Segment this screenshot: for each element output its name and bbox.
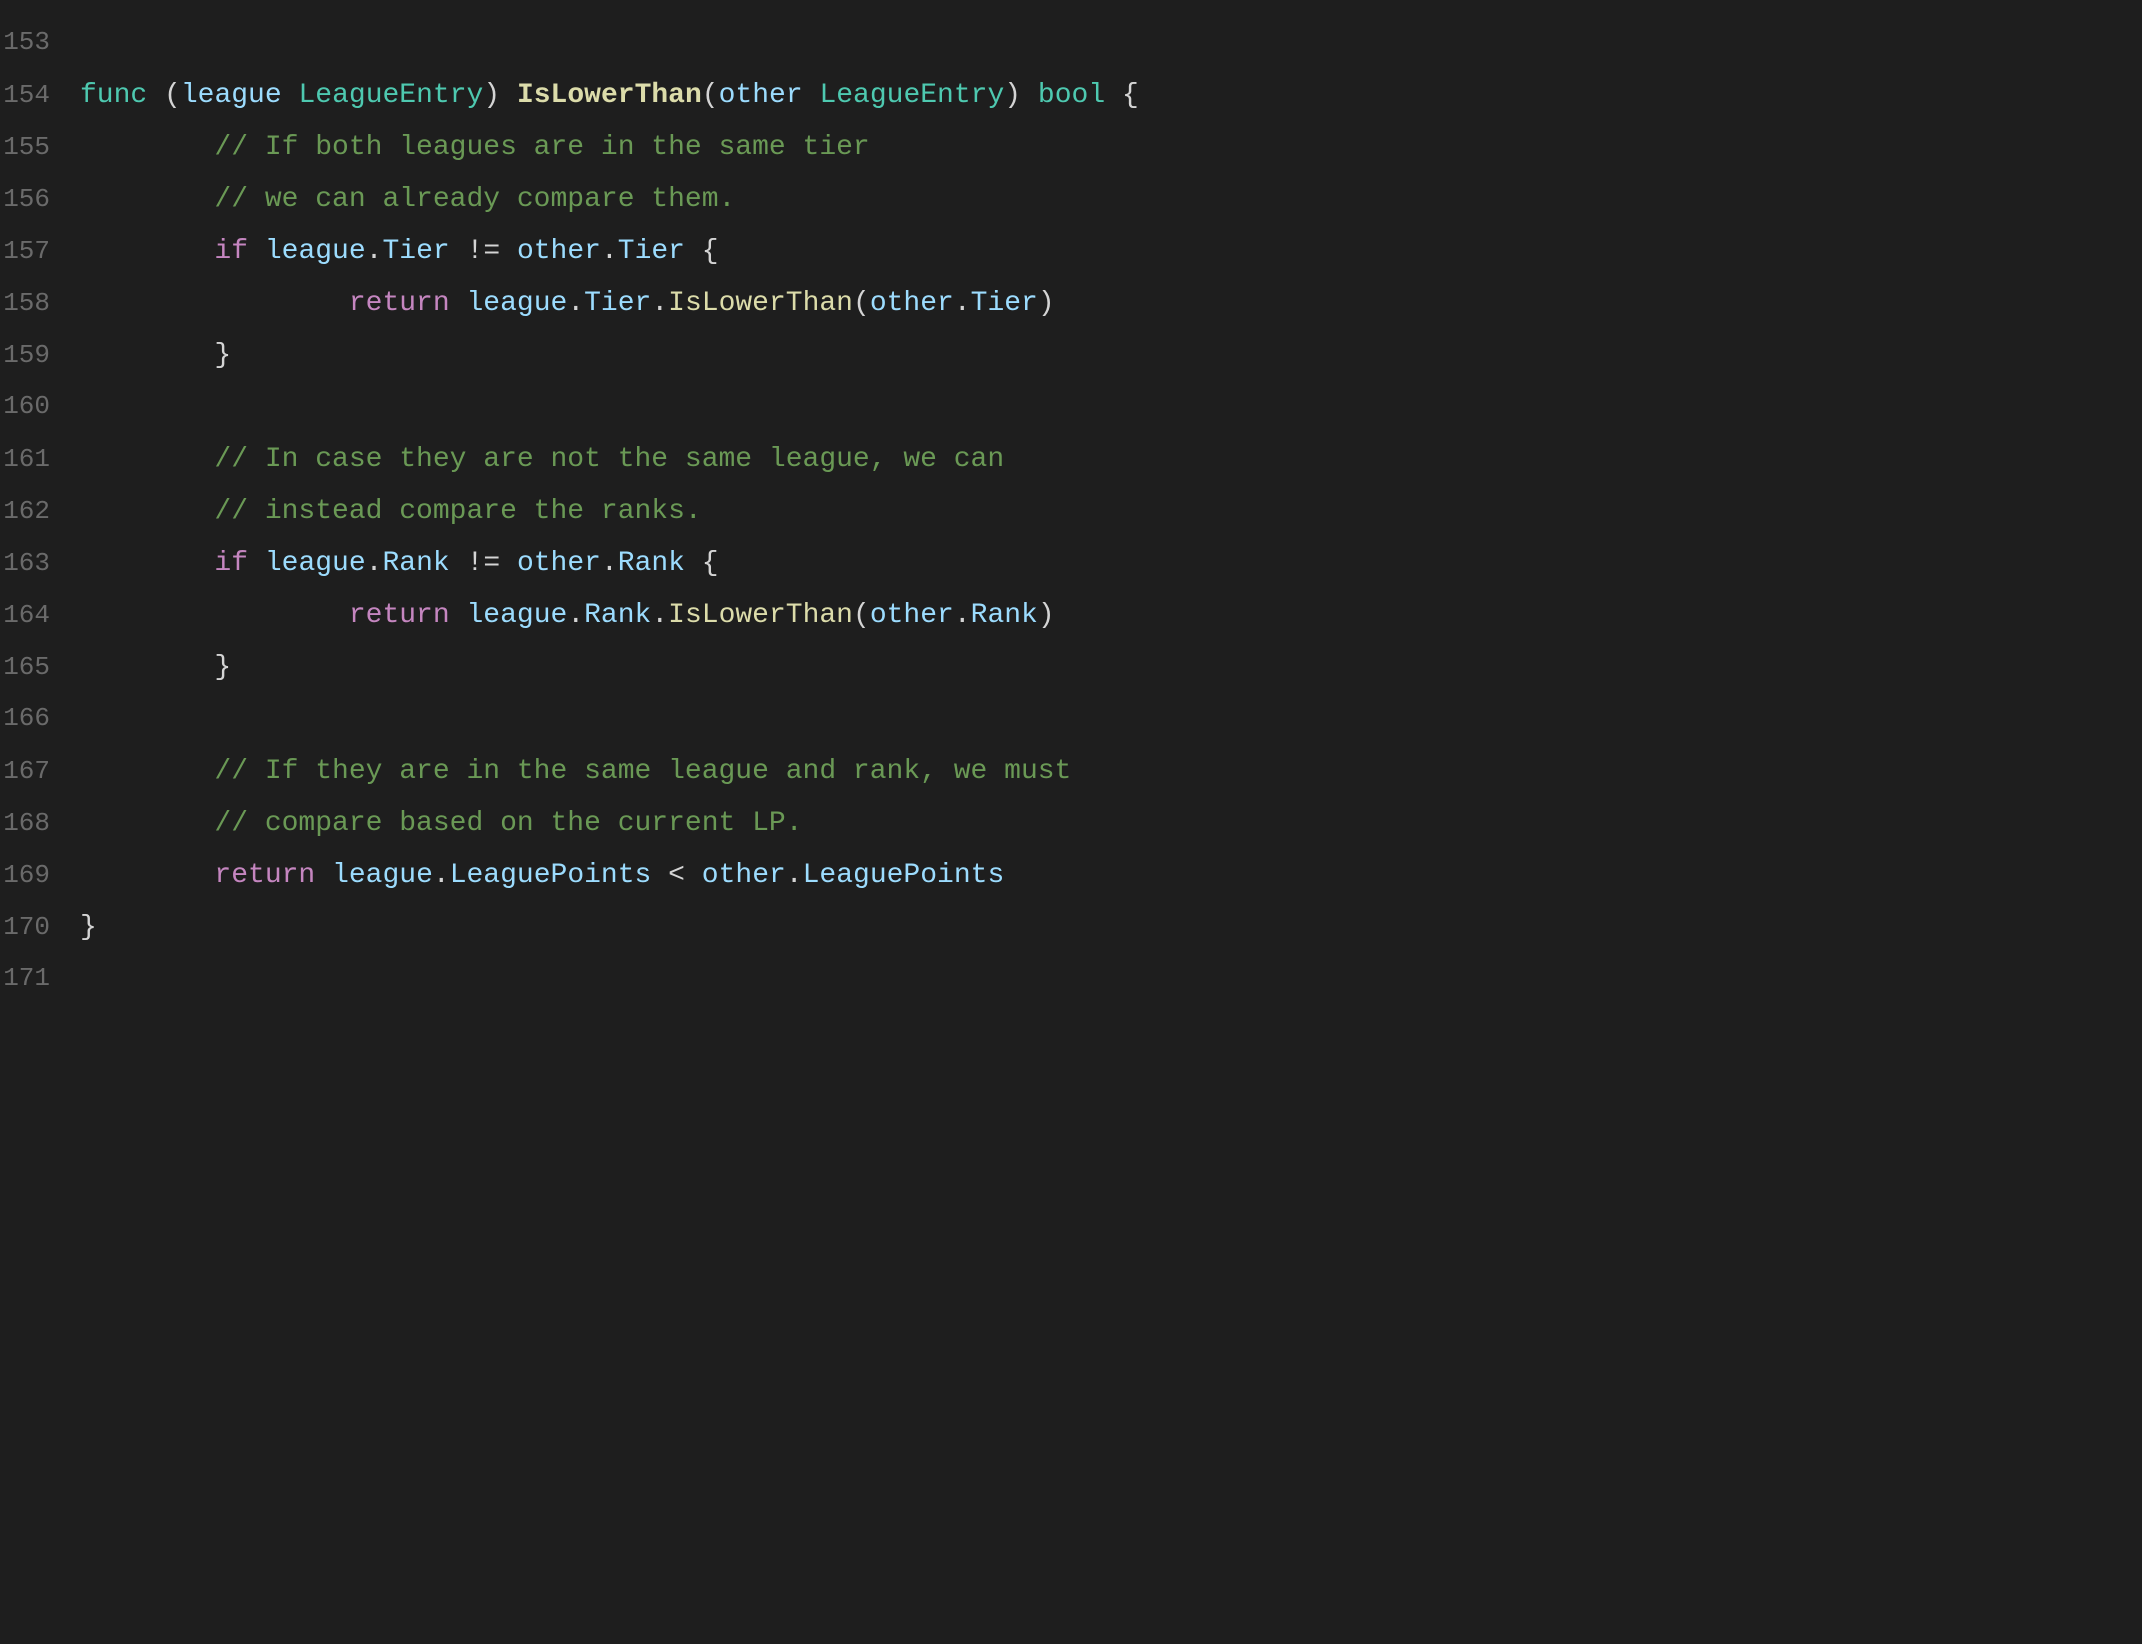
code-line-158: 158 return league.Tier.IsLowerThan(other… [0, 280, 2142, 332]
code-content-155: // If both leagues are in the same tier [80, 126, 2142, 171]
code-line-153: 153 [0, 20, 2142, 72]
code-content-154: func (league LeagueEntry) IsLowerThan(ot… [80, 74, 2142, 119]
line-num-154: 154 [0, 75, 80, 117]
code-line-164: 164 return league.Rank.IsLowerThan(other… [0, 592, 2142, 644]
line-num-165: 165 [0, 647, 80, 689]
line-num-161: 161 [0, 439, 80, 481]
line-num-163: 163 [0, 543, 80, 585]
code-line-169: 169 return league.LeaguePoints < other.L… [0, 852, 2142, 904]
line-num-157: 157 [0, 231, 80, 273]
code-line-157: 157 if league.Tier != other.Tier { [0, 228, 2142, 280]
code-content-159: } [80, 334, 2142, 379]
line-num-170: 170 [0, 907, 80, 949]
line-num-169: 169 [0, 855, 80, 897]
code-content-167: // If they are in the same league and ra… [80, 750, 2142, 795]
code-line-156: 156 // we can already compare them. [0, 176, 2142, 228]
line-num-160: 160 [0, 386, 80, 428]
line-num-159: 159 [0, 335, 80, 377]
code-content-163: if league.Rank != other.Rank { [80, 542, 2142, 587]
code-content-161: // In case they are not the same league,… [80, 438, 2142, 483]
code-line-171: 171 [0, 956, 2142, 1008]
code-content-168: // compare based on the current LP. [80, 802, 2142, 847]
line-num-168: 168 [0, 803, 80, 845]
line-num-156: 156 [0, 179, 80, 221]
line-num-167: 167 [0, 751, 80, 793]
code-line-161: 161 // In case they are not the same lea… [0, 436, 2142, 488]
code-content-157: if league.Tier != other.Tier { [80, 230, 2142, 275]
code-content-164: return league.Rank.IsLowerThan(other.Ran… [80, 594, 2142, 639]
code-line-154: 154 func (league LeagueEntry) IsLowerTha… [0, 72, 2142, 124]
code-line-167: 167 // If they are in the same league an… [0, 748, 2142, 800]
code-line-168: 168 // compare based on the current LP. [0, 800, 2142, 852]
code-content-165: } [80, 646, 2142, 691]
code-content-169: return league.LeaguePoints < other.Leagu… [80, 854, 2142, 899]
code-content-170: } [80, 906, 2142, 951]
line-num-162: 162 [0, 491, 80, 533]
code-line-162: 162 // instead compare the ranks. [0, 488, 2142, 540]
line-num-153: 153 [0, 22, 80, 64]
line-num-171: 171 [0, 958, 80, 1000]
code-line-166: 166 [0, 696, 2142, 748]
code-block: 153 154 func (league LeagueEntry) IsLowe… [0, 20, 2142, 1008]
code-line-170: 170 } [0, 904, 2142, 956]
code-line-160: 160 [0, 384, 2142, 436]
line-num-164: 164 [0, 595, 80, 637]
code-line-155: 155 // If both leagues are in the same t… [0, 124, 2142, 176]
code-content-162: // instead compare the ranks. [80, 490, 2142, 535]
code-line-159: 159 } [0, 332, 2142, 384]
code-line-165: 165 } [0, 644, 2142, 696]
code-content-156: // we can already compare them. [80, 178, 2142, 223]
code-content-158: return league.Tier.IsLowerThan(other.Tie… [80, 282, 2142, 327]
line-num-166: 166 [0, 698, 80, 740]
line-num-155: 155 [0, 127, 80, 169]
code-line-163: 163 if league.Rank != other.Rank { [0, 540, 2142, 592]
line-num-158: 158 [0, 283, 80, 325]
